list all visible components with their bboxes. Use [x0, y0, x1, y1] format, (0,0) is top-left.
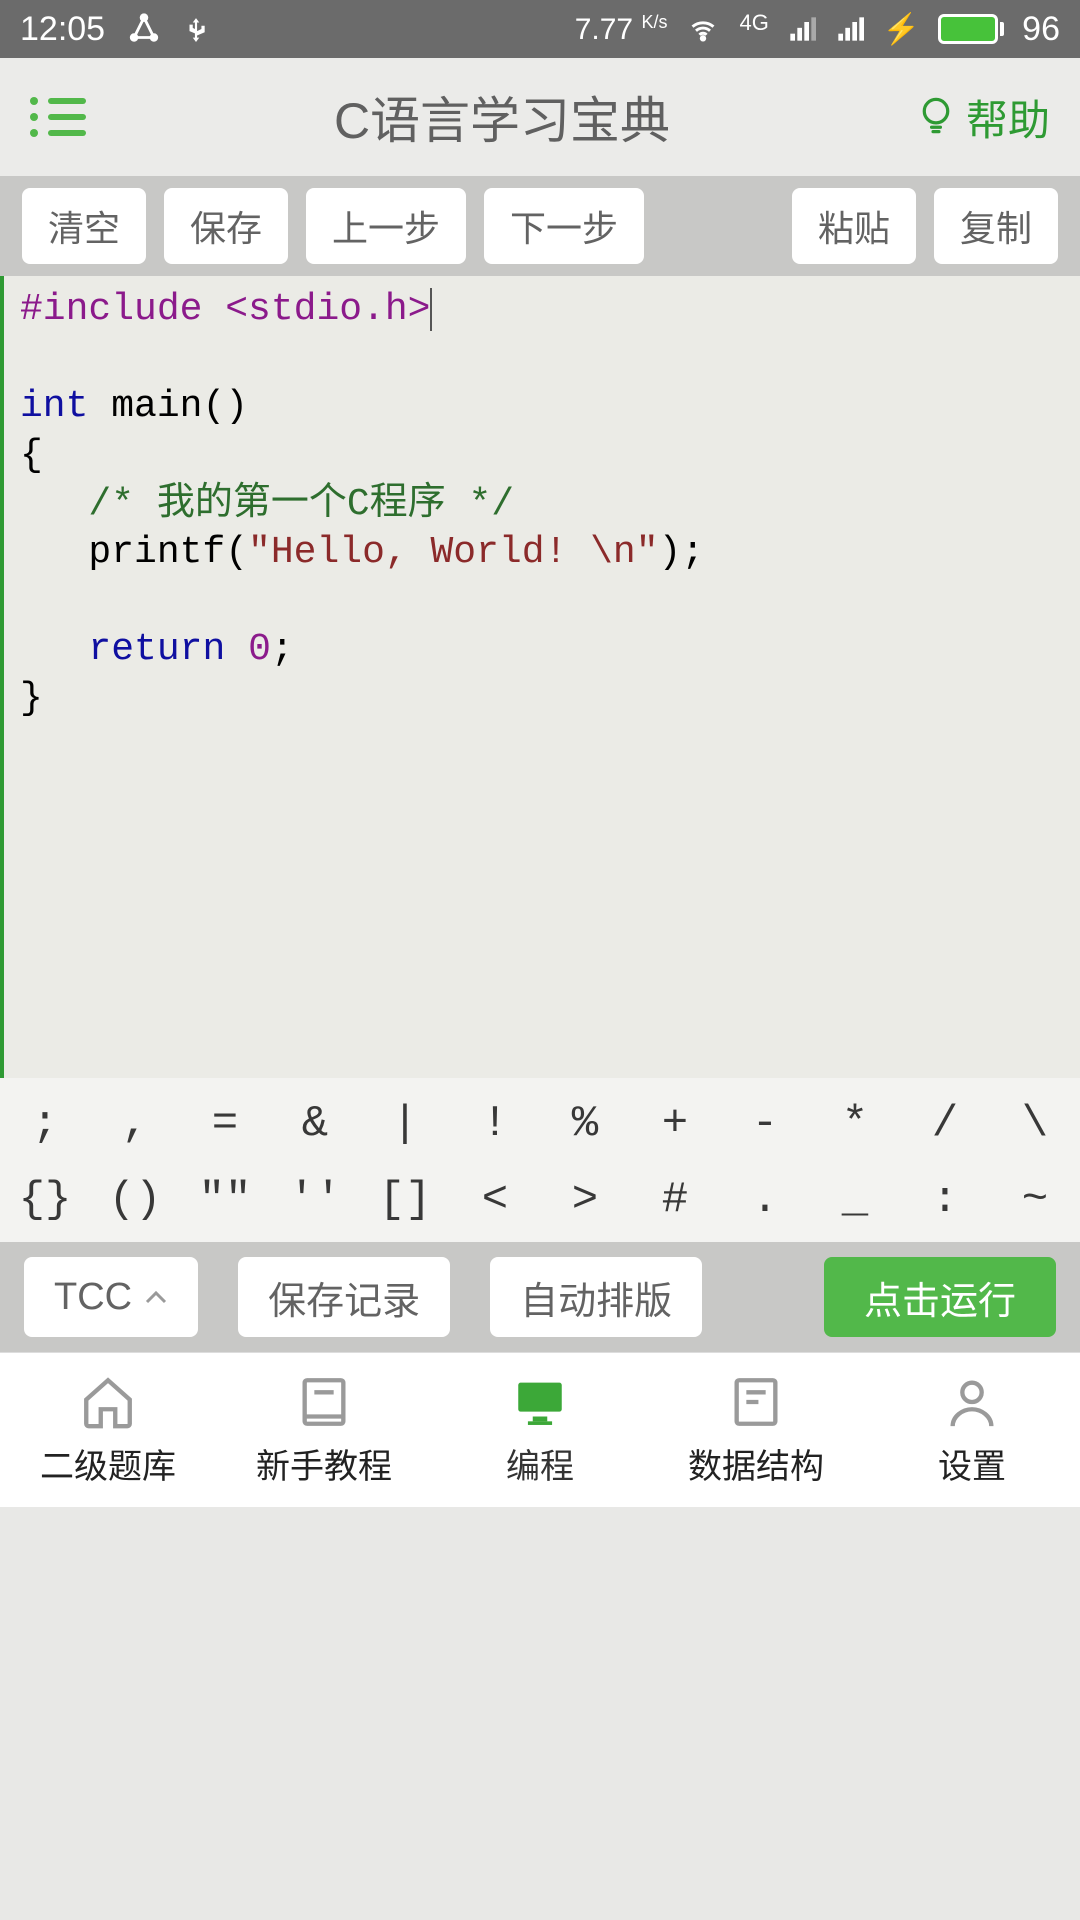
help-label: 帮助	[966, 87, 1050, 148]
nav-question-bank[interactable]: 二级题库	[0, 1353, 216, 1507]
sym-key[interactable]: ''	[270, 1175, 360, 1225]
app-header: C语言学习宝典 帮助	[0, 58, 1080, 176]
usb-icon	[183, 12, 209, 46]
sym-key[interactable]: []	[360, 1175, 450, 1225]
status-time: 12:05	[20, 10, 105, 49]
battery-percent: 96	[1022, 10, 1060, 49]
sym-key[interactable]: =	[180, 1099, 270, 1149]
symbol-keyboard: ; , = & | ! % + - * / \ {} () "" '' [] <…	[0, 1078, 1080, 1242]
document-icon	[727, 1373, 785, 1431]
sym-key[interactable]: .	[720, 1175, 810, 1225]
nav-label: 数据结构	[688, 1439, 824, 1488]
sym-key[interactable]: /	[900, 1099, 990, 1149]
sym-key[interactable]: #	[630, 1175, 720, 1225]
sym-key[interactable]: \	[990, 1099, 1080, 1149]
sym-key[interactable]: *	[810, 1099, 900, 1149]
chevron-up-icon	[144, 1289, 168, 1305]
next-button[interactable]: 下一步	[484, 188, 644, 264]
sym-key[interactable]: +	[630, 1099, 720, 1149]
nav-label: 设置	[938, 1439, 1006, 1488]
charging-icon: ⚡	[883, 12, 920, 47]
action-bar: TCC 保存记录 自动排版 点击运行	[0, 1242, 1080, 1352]
sym-key[interactable]: :	[900, 1175, 990, 1225]
copy-button[interactable]: 复制	[934, 188, 1058, 264]
book-icon	[295, 1373, 353, 1431]
clear-button[interactable]: 清空	[22, 188, 146, 264]
status-speed: 7.77 K/s	[575, 12, 668, 47]
status-bar: 12:05 7.77 K/s 4G ⚡ 96	[0, 0, 1080, 58]
sym-key[interactable]: >	[540, 1175, 630, 1225]
monitor-icon	[511, 1373, 569, 1431]
symbol-row-2: {} () "" '' [] < > # . _ : ~	[0, 1162, 1080, 1238]
auto-format-button[interactable]: 自动排版	[490, 1257, 702, 1337]
symbol-row-1: ; , = & | ! % + - * / \	[0, 1086, 1080, 1162]
sym-key[interactable]: _	[810, 1175, 900, 1225]
sym-key[interactable]: |	[360, 1099, 450, 1149]
sym-key[interactable]: -	[720, 1099, 810, 1149]
save-log-button[interactable]: 保存记录	[238, 1257, 450, 1337]
nav-tutorial[interactable]: 新手教程	[216, 1353, 432, 1507]
save-button[interactable]: 保存	[164, 188, 288, 264]
app-title: C语言学习宝典	[86, 81, 918, 153]
menu-icon[interactable]	[30, 97, 86, 137]
home-icon	[79, 1373, 137, 1431]
wifi-icon	[685, 15, 721, 43]
code-editor[interactable]: #include <stdio.h> int main() { /* 我的第一个…	[0, 276, 1080, 1078]
nav-settings[interactable]: 设置	[864, 1353, 1080, 1507]
prev-button[interactable]: 上一步	[306, 188, 466, 264]
nav-label: 新手教程	[256, 1439, 392, 1488]
sym-key[interactable]: ~	[990, 1175, 1080, 1225]
user-icon	[943, 1373, 1001, 1431]
compiler-label: TCC	[54, 1276, 132, 1319]
help-button[interactable]: 帮助	[918, 87, 1050, 148]
paste-button[interactable]: 粘贴	[792, 188, 916, 264]
signal-icon-2	[835, 15, 865, 43]
toolbar: 清空 保存 上一步 下一步 粘贴 复制	[0, 176, 1080, 276]
share-icon	[127, 12, 161, 46]
battery-icon	[938, 14, 1004, 44]
nav-data-structure[interactable]: 数据结构	[648, 1353, 864, 1507]
nav-label: 编程	[506, 1439, 574, 1488]
network-type: 4G	[739, 10, 768, 36]
bottom-nav: 二级题库 新手教程 编程 数据结构 设置	[0, 1352, 1080, 1507]
sym-key[interactable]: ;	[0, 1099, 90, 1149]
sym-key[interactable]: {}	[0, 1175, 90, 1225]
bulb-icon	[918, 95, 954, 139]
nav-coding[interactable]: 编程	[432, 1353, 648, 1507]
sym-key[interactable]: !	[450, 1099, 540, 1149]
signal-icon-1	[787, 15, 817, 43]
run-button[interactable]: 点击运行	[824, 1257, 1056, 1337]
sym-key[interactable]: ()	[90, 1175, 180, 1225]
compiler-button[interactable]: TCC	[24, 1257, 198, 1337]
sym-key[interactable]: ,	[90, 1099, 180, 1149]
sym-key[interactable]: <	[450, 1175, 540, 1225]
sym-key[interactable]: &	[270, 1099, 360, 1149]
sym-key[interactable]: %	[540, 1099, 630, 1149]
nav-label: 二级题库	[40, 1439, 176, 1488]
sym-key[interactable]: ""	[180, 1175, 270, 1225]
